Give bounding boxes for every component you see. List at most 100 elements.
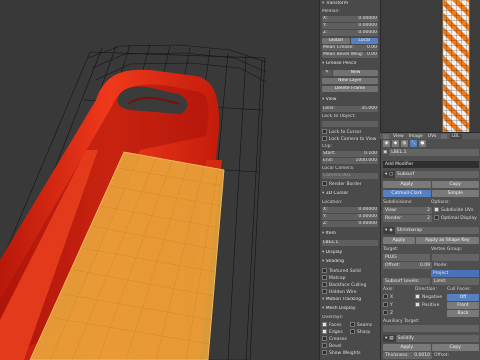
viewport-canvas[interactable] — [0, 0, 319, 360]
uv-texture-canvas[interactable] — [381, 0, 480, 132]
show-weights-checkbox[interactable]: Show Weights — [322, 350, 378, 356]
delete-frame-button[interactable]: Delete Frame — [322, 86, 378, 92]
image-browse-icon[interactable] — [440, 133, 447, 139]
solidify-name-field[interactable]: Solidify — [395, 335, 479, 342]
limit-field[interactable]: Limit: — [432, 278, 479, 285]
faces-checkbox[interactable]: Faces — [322, 322, 350, 328]
axis-z-checkbox[interactable]: Z — [383, 310, 415, 317]
item-header[interactable]: Item — [322, 231, 378, 237]
editor-type-icon[interactable] — [383, 133, 389, 139]
3d-viewport[interactable] — [0, 0, 319, 360]
catmull-clark-button[interactable]: Catmull-Clark — [383, 190, 431, 197]
matcap-checkbox[interactable]: Matcap — [322, 275, 378, 281]
axis-row-2: Y Positive Front — [383, 302, 479, 309]
median-y-field[interactable]: Y: 0.00000 — [322, 23, 378, 29]
mean-bevel-field[interactable]: Mean Bevel Weig: 0.00 — [322, 52, 378, 58]
solidify-copy-button[interactable]: Copy — [431, 344, 479, 351]
project-mode-dropdown[interactable]: Project — [431, 270, 479, 277]
subsurf-view-field[interactable]: View: 2 — [383, 207, 432, 214]
image-name-field[interactable]: LBL — [449, 133, 462, 139]
negative-checkbox[interactable]: Negative — [415, 294, 447, 301]
end-label: End: — [323, 158, 334, 163]
backface-culling-checkbox[interactable]: Backface Culling — [322, 282, 378, 288]
cull-back-button[interactable]: Back — [447, 310, 479, 317]
auxiliary-target-field[interactable] — [383, 325, 479, 332]
local-camera-field[interactable]: Camera.001 — [322, 173, 378, 179]
creases-checkbox[interactable]: Creases — [322, 336, 378, 342]
axis-x-checkbox[interactable]: X — [383, 294, 415, 301]
grease-pencil-header[interactable]: Grease Pencil — [322, 61, 378, 67]
lock-camera-checkbox[interactable]: Lock Camera to View — [322, 136, 378, 142]
location-label: Location: — [322, 200, 343, 205]
new-button[interactable]: New — [333, 70, 378, 76]
edges-checkbox[interactable]: Edges — [322, 329, 350, 335]
vertex-group-field[interactable] — [432, 254, 479, 261]
mesh-display-header[interactable]: Mesh Display — [322, 306, 378, 312]
collapse-arrow-icon[interactable]: ▾ — [385, 171, 387, 178]
new-layer-button[interactable]: New Layer — [322, 78, 378, 84]
shrinkwrap-name-field[interactable]: Shrinkwrap — [394, 227, 479, 234]
subdivide-uvs-checkbox[interactable]: Subdivide UVs — [434, 207, 479, 214]
uv-image-menu[interactable]: Image — [408, 134, 424, 139]
z-label: Z: — [323, 30, 328, 35]
lock-to-cursor-checkbox[interactable]: Lock to Cursor — [322, 129, 378, 135]
axis-y-checkbox[interactable]: Y — [383, 302, 415, 309]
positive-checkbox[interactable]: Positive — [415, 302, 447, 309]
material-tab-icon[interactable]: ● — [419, 140, 426, 147]
object-name-field[interactable]: LBEL.1 — [389, 149, 479, 156]
subsurf-apply-button[interactable]: Apply — [383, 181, 431, 188]
median-z-field[interactable]: Z: 0.00000 — [322, 30, 378, 36]
clip-start-field[interactable]: Start: 0.100 — [322, 151, 378, 157]
shrinkwrap-apply-button[interactable]: Apply — [383, 237, 415, 244]
render-border-checkbox[interactable]: Render Border — [322, 181, 378, 187]
cull-front-button[interactable]: Front — [447, 302, 479, 309]
uv-view-menu[interactable]: View — [392, 134, 405, 139]
modifier-tab-icon[interactable]: 🔧 — [410, 140, 417, 147]
3d-cursor-header[interactable]: 3D Cursor — [322, 191, 378, 197]
collapse-arrow-icon[interactable]: ▾ — [385, 335, 387, 342]
motion-tracking-header[interactable]: Motion Tracking — [322, 297, 378, 303]
local-button[interactable]: Local — [350, 38, 378, 44]
textured-solid-checkbox[interactable]: Textured Solid — [322, 268, 378, 274]
apply-as-shape-key-button[interactable]: Apply as Shape Key — [415, 237, 479, 244]
render-tab-icon[interactable]: ◉ — [383, 140, 390, 147]
median-x-field[interactable]: X: 0.00000 — [322, 16, 378, 22]
subsurf-render-field[interactable]: Render: 2 — [383, 215, 432, 222]
hidden-wire-checkbox[interactable]: Hidden Wire — [322, 289, 378, 295]
display-header[interactable]: Display — [322, 250, 378, 256]
uv-image-editor[interactable] — [380, 0, 480, 132]
solidify-icon: ▤ — [389, 336, 394, 341]
cursor-x-field[interactable]: X: 0.00000 — [322, 207, 378, 213]
offset-field[interactable]: Offset: 0.09 — [383, 262, 432, 269]
cull-off-button[interactable]: Off — [447, 294, 479, 301]
subsurf-levels-field[interactable]: Subsurf Levels: — [383, 278, 430, 285]
cursor-y-field[interactable]: Y: 0.00000 — [322, 214, 378, 220]
lock-object-field[interactable] — [322, 121, 378, 127]
bevel-checkbox[interactable]: Bevel — [322, 343, 378, 349]
render-levels-value: 2 — [427, 216, 430, 221]
optimal-display-checkbox[interactable]: Optimal Display — [434, 215, 479, 222]
item-name-field[interactable]: LBEL.1 — [322, 240, 378, 246]
thickness-field[interactable]: Thickness: 0.0010 — [383, 352, 432, 359]
collapse-arrow-icon[interactable]: ▾ — [385, 227, 387, 234]
solidify-apply-button[interactable]: Apply — [383, 344, 431, 351]
scene-tab-icon[interactable]: ◆ — [392, 140, 399, 147]
global-button[interactable]: Global — [322, 38, 350, 44]
transform-panel-header[interactable]: Transform — [322, 1, 378, 7]
sharp-checkbox[interactable]: Sharp — [350, 329, 378, 335]
pencil-icon[interactable]: ✎ — [322, 70, 332, 76]
seams-checkbox[interactable]: Seams — [350, 322, 378, 328]
cursor-z-field[interactable]: Z: 0.00000 — [322, 221, 378, 227]
mean-crease-field[interactable]: Mean Crease: 0.00 — [322, 45, 378, 51]
world-tab-icon[interactable]: ◍ — [401, 140, 408, 147]
subsurf-name-field[interactable]: Subsurf — [395, 171, 479, 178]
uv-uvs-menu[interactable]: UVs — [427, 134, 438, 139]
simple-button[interactable]: Simple — [431, 190, 479, 197]
lens-field[interactable]: Lens: 35.000 — [322, 106, 378, 112]
subsurf-copy-button[interactable]: Copy — [431, 181, 479, 188]
view-panel-header[interactable]: View — [322, 97, 378, 103]
clip-end-field[interactable]: End: 1000.000 — [322, 158, 378, 164]
add-modifier-dropdown[interactable]: Add Modifier — [383, 161, 479, 168]
target-field[interactable]: PLUG — [383, 254, 430, 261]
shading-header[interactable]: Shading — [322, 259, 378, 265]
